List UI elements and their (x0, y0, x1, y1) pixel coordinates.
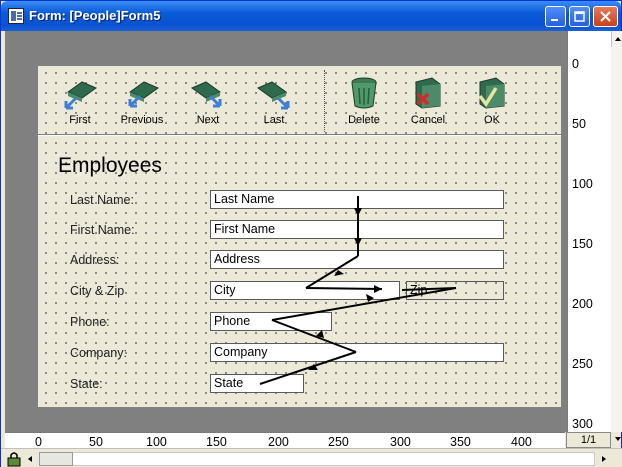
horizontal-ruler-label: 100 (146, 435, 167, 449)
company-field[interactable]: Company (210, 343, 504, 362)
next-record-icon (190, 81, 222, 108)
last-button[interactable]: Last (244, 74, 304, 134)
scroll-right-button[interactable] (597, 452, 611, 466)
tab-order-arrowhead (334, 270, 344, 276)
horizontal-ruler-label: 150 (206, 435, 227, 449)
maximize-button[interactable] (569, 6, 590, 27)
phone-label: Phone: (70, 315, 110, 329)
horizontal-ruler-label: 250 (328, 435, 349, 449)
zip-field[interactable]: Zip (406, 281, 504, 300)
scroll-left-button[interactable] (23, 452, 37, 466)
toolbar-separator (324, 70, 325, 132)
close-icon (600, 11, 611, 22)
form-design-surface[interactable]: First Previous Next Last Delete Cancel O… (37, 65, 562, 408)
form-window: Form: [People]Form5 First Previous Next … (0, 0, 622, 467)
previous-record-icon (128, 81, 160, 108)
form-title: Employees (58, 154, 162, 177)
vertical-ruler-label: 0 (572, 57, 579, 71)
minimize-button[interactable] (545, 6, 566, 27)
title-bar[interactable]: Form: [People]Form5 (1, 1, 621, 31)
cancel-button-label: Cancel (410, 114, 446, 126)
vertical-ruler-label: 150 (572, 237, 593, 251)
horizontal-scroll-thumb[interactable] (39, 452, 73, 466)
state-field[interactable]: State (210, 374, 304, 393)
minimize-icon (551, 19, 558, 21)
vertical-scrollbar[interactable] (611, 31, 622, 432)
page-indicator: 1/1 (566, 432, 611, 448)
first-name-field[interactable]: First Name (210, 220, 504, 239)
vertical-ruler-label: 300 (572, 417, 593, 431)
first-record-icon (64, 81, 98, 110)
phone-field[interactable]: Phone (210, 312, 332, 331)
cancel-folder-icon (415, 77, 441, 109)
tab-order-arrowhead (316, 330, 324, 338)
maximize-icon (574, 11, 585, 22)
first-name-label: First Name: (70, 223, 135, 237)
horizontal-ruler: 0 50 100 150 200 250 300 350 400 (5, 432, 565, 449)
vertical-ruler-label: 200 (572, 297, 593, 311)
horizontal-ruler-label: 400 (511, 435, 532, 449)
last-record-icon (256, 81, 290, 110)
arrow-right-icon (602, 456, 606, 462)
cancel-button[interactable]: Cancel (398, 74, 458, 134)
previous-button[interactable]: Previous (112, 74, 172, 134)
address-label: Address: (70, 253, 120, 267)
horizontal-scroll-track[interactable] (39, 452, 595, 466)
last-name-field[interactable]: Last Name (210, 190, 504, 209)
trash-can-icon (351, 77, 377, 109)
state-label: State: (70, 377, 103, 391)
lock-icon[interactable] (7, 451, 21, 467)
horizontal-ruler-label: 0 (35, 435, 42, 449)
arrow-up-icon (615, 37, 621, 41)
design-workspace: First Previous Next Last Delete Cancel O… (5, 31, 615, 432)
arrow-left-icon (28, 456, 32, 462)
city-zip-label: City & Zip (70, 284, 125, 298)
arrow-down-icon[interactable] (613, 434, 622, 444)
ok-button[interactable]: OK (462, 74, 522, 134)
status-bar (1, 448, 622, 467)
next-button-label: Next (196, 114, 220, 126)
ok-folder-icon (478, 77, 505, 109)
horizontal-ruler-label: 300 (390, 435, 411, 449)
vertical-ruler-label: 50 (572, 117, 586, 131)
horizontal-ruler-label: 50 (89, 435, 103, 449)
vertical-ruler: 0 50 100 150 200 250 300 (567, 31, 615, 432)
window-title: Form: [People]Form5 (29, 8, 161, 23)
horizontal-ruler-label: 350 (450, 435, 471, 449)
close-button[interactable] (593, 6, 618, 27)
vertical-ruler-label: 250 (572, 357, 593, 371)
form-icon (8, 8, 24, 24)
tab-order-arrowhead (308, 364, 318, 370)
vertical-ruler-label: 100 (572, 177, 593, 191)
last-button-label: Last (263, 114, 285, 126)
city-field[interactable]: City (210, 281, 400, 300)
scroll-up-button[interactable] (611, 31, 622, 47)
address-field[interactable]: Address (210, 250, 504, 269)
tab-order-arrowhead (354, 208, 362, 216)
delete-button[interactable]: Delete (334, 74, 394, 134)
first-button-label: First (69, 114, 91, 126)
tab-order-arrowhead (354, 238, 362, 246)
horizontal-ruler-label: 200 (268, 435, 289, 449)
last-name-label: Last Name: (70, 193, 134, 207)
previous-button-label: Previous (120, 114, 164, 126)
next-button[interactable]: Next (178, 74, 238, 134)
first-button[interactable]: First (50, 74, 110, 134)
ok-button-label: OK (484, 114, 500, 126)
company-label: Company: (70, 346, 127, 360)
header-separator (38, 134, 561, 136)
delete-button-label: Delete (348, 114, 380, 126)
